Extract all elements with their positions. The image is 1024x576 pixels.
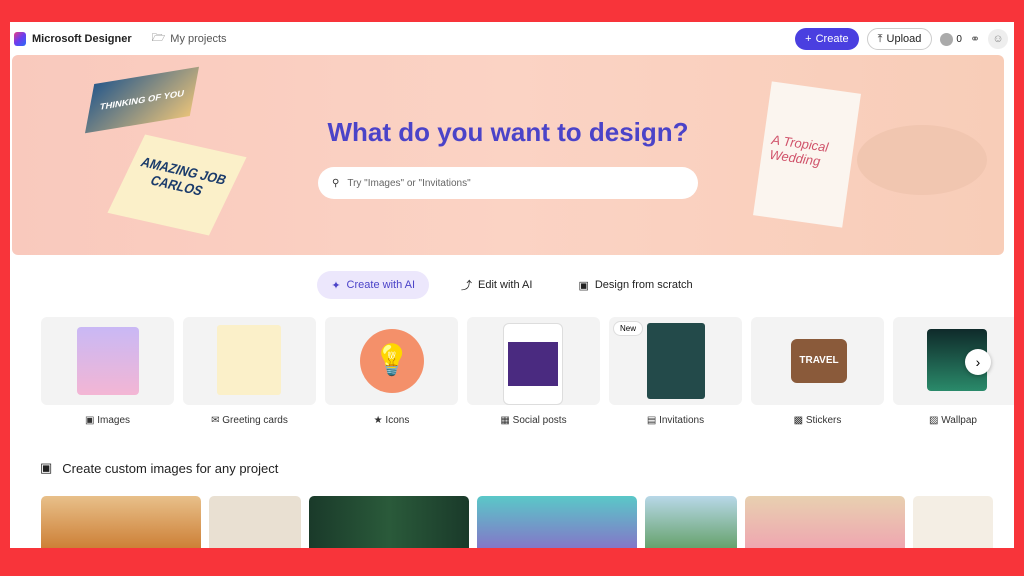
- category-thumbnail: New: [609, 317, 742, 405]
- category-thumbnail: [41, 317, 174, 405]
- search-input[interactable]: ⚲ Try "Images" or "Invitations": [318, 167, 698, 199]
- upload-icon: ⤒: [877, 32, 883, 45]
- category-thumbnail: 💡: [325, 317, 458, 405]
- apps-icon[interactable]: ⚭: [970, 32, 980, 46]
- category-label: Invitations: [659, 415, 705, 426]
- sparkle-icon: ✦: [331, 279, 341, 292]
- social-icon: ▦: [500, 415, 513, 426]
- wallpaper-icon: ▨: [929, 415, 942, 426]
- app-window: Microsoft Designer 🗁 My projects + Create …: [10, 22, 1014, 548]
- gallery-image[interactable]: [309, 496, 469, 548]
- gallery-image[interactable]: [745, 496, 905, 548]
- category-label: Social posts: [512, 415, 567, 426]
- section-heading: ▣ Create custom images for any project: [40, 460, 278, 476]
- category-thumbnail: [893, 317, 1014, 405]
- mode-tabs: ✦ Create with AI ⤴ Edit with AI ▣ Design fr…: [10, 271, 1014, 299]
- gallery-image[interactable]: [209, 496, 301, 548]
- design-icon: ▣: [578, 279, 589, 292]
- my-projects-link[interactable]: 🗁 My projects: [152, 29, 227, 48]
- category-social-posts[interactable]: ▦ Social posts: [467, 317, 600, 426]
- gallery-image[interactable]: [41, 496, 201, 548]
- invitation-card: A Tropical Wedding: [753, 81, 861, 228]
- image-gallery: [41, 496, 993, 548]
- tab-label: Design from scratch: [594, 279, 693, 291]
- icons-icon: ★: [373, 415, 386, 426]
- gallery-image[interactable]: [645, 496, 737, 548]
- new-badge: New: [613, 321, 644, 336]
- image-sparkle-icon: ▣: [40, 460, 53, 475]
- category-greeting-cards[interactable]: ✉ Greeting cards: [183, 317, 316, 426]
- create-label: Create: [815, 33, 849, 45]
- sticker-icon: ▩: [793, 415, 806, 426]
- category-thumbnail: TRAVEL: [751, 317, 884, 405]
- greeting-card-carlos: AMAZING JOB CARLOS: [107, 134, 247, 236]
- invitation-icon: ▤: [646, 415, 660, 426]
- tab-create-with-ai[interactable]: ✦ Create with AI: [317, 271, 430, 299]
- section-title: Create custom images for any project: [62, 460, 279, 476]
- coin-icon: [940, 32, 954, 46]
- tab-label: Create with AI: [346, 279, 416, 291]
- category-stickers[interactable]: TRAVEL ▩ Stickers: [751, 317, 884, 426]
- category-label: Stickers: [805, 415, 842, 426]
- tab-edit-with-ai[interactable]: ⤴ Edit with AI: [447, 271, 546, 299]
- credits-count: 0: [956, 33, 962, 45]
- next-arrow-button[interactable]: ›: [965, 349, 991, 375]
- profile-avatar-icon[interactable]: ☺: [988, 29, 1008, 49]
- folder-icon: 🗁: [151, 32, 166, 44]
- category-thumbnail: [467, 317, 600, 405]
- hero-banner: THINKING OF YOU AMAZING JOB CARLOS A Tro…: [12, 55, 1004, 255]
- upload-button[interactable]: ⤒ Upload: [866, 28, 933, 50]
- category-label: Greeting cards: [222, 415, 288, 426]
- category-images[interactable]: ▣ Images: [41, 317, 174, 426]
- tab-design-from-scratch[interactable]: ▣ Design from scratch: [564, 271, 706, 299]
- magic-wand-icon: ⤴: [461, 280, 473, 292]
- credits-indicator[interactable]: 0: [940, 32, 962, 46]
- category-label: Icons: [385, 415, 410, 426]
- category-wallpapers[interactable]: ▨ Wallpap: [893, 317, 1014, 426]
- category-icons[interactable]: 💡 ★ Icons: [325, 317, 458, 426]
- brand-name[interactable]: Microsoft Designer: [32, 33, 132, 45]
- search-placeholder: Try "Images" or "Invitations": [347, 177, 471, 189]
- hero-title: What do you want to design?: [327, 117, 689, 147]
- category-label: Wallpap: [941, 415, 977, 426]
- plus-icon: +: [805, 33, 812, 45]
- image-icon: ▣: [84, 415, 98, 426]
- category-thumbnail: [183, 317, 316, 405]
- top-bar: Microsoft Designer 🗁 My projects + Create …: [10, 22, 1014, 55]
- category-row: ▣ Images ✉ Greeting cards 💡 ★ Icons ▦ Soc…: [41, 317, 1014, 426]
- gallery-image[interactable]: [477, 496, 637, 548]
- designer-logo-icon: [14, 31, 26, 46]
- gallery-image[interactable]: [913, 496, 993, 548]
- upload-label: Upload: [886, 33, 922, 45]
- category-invitations[interactable]: New ▤ Invitations: [609, 317, 742, 426]
- tab-label: Edit with AI: [478, 279, 533, 291]
- my-projects-label: My projects: [170, 32, 227, 45]
- create-button[interactable]: + Create: [795, 28, 859, 50]
- envelope-icon: ✉: [211, 415, 223, 426]
- category-label: Images: [97, 415, 131, 426]
- search-icon: ⚲: [332, 177, 340, 189]
